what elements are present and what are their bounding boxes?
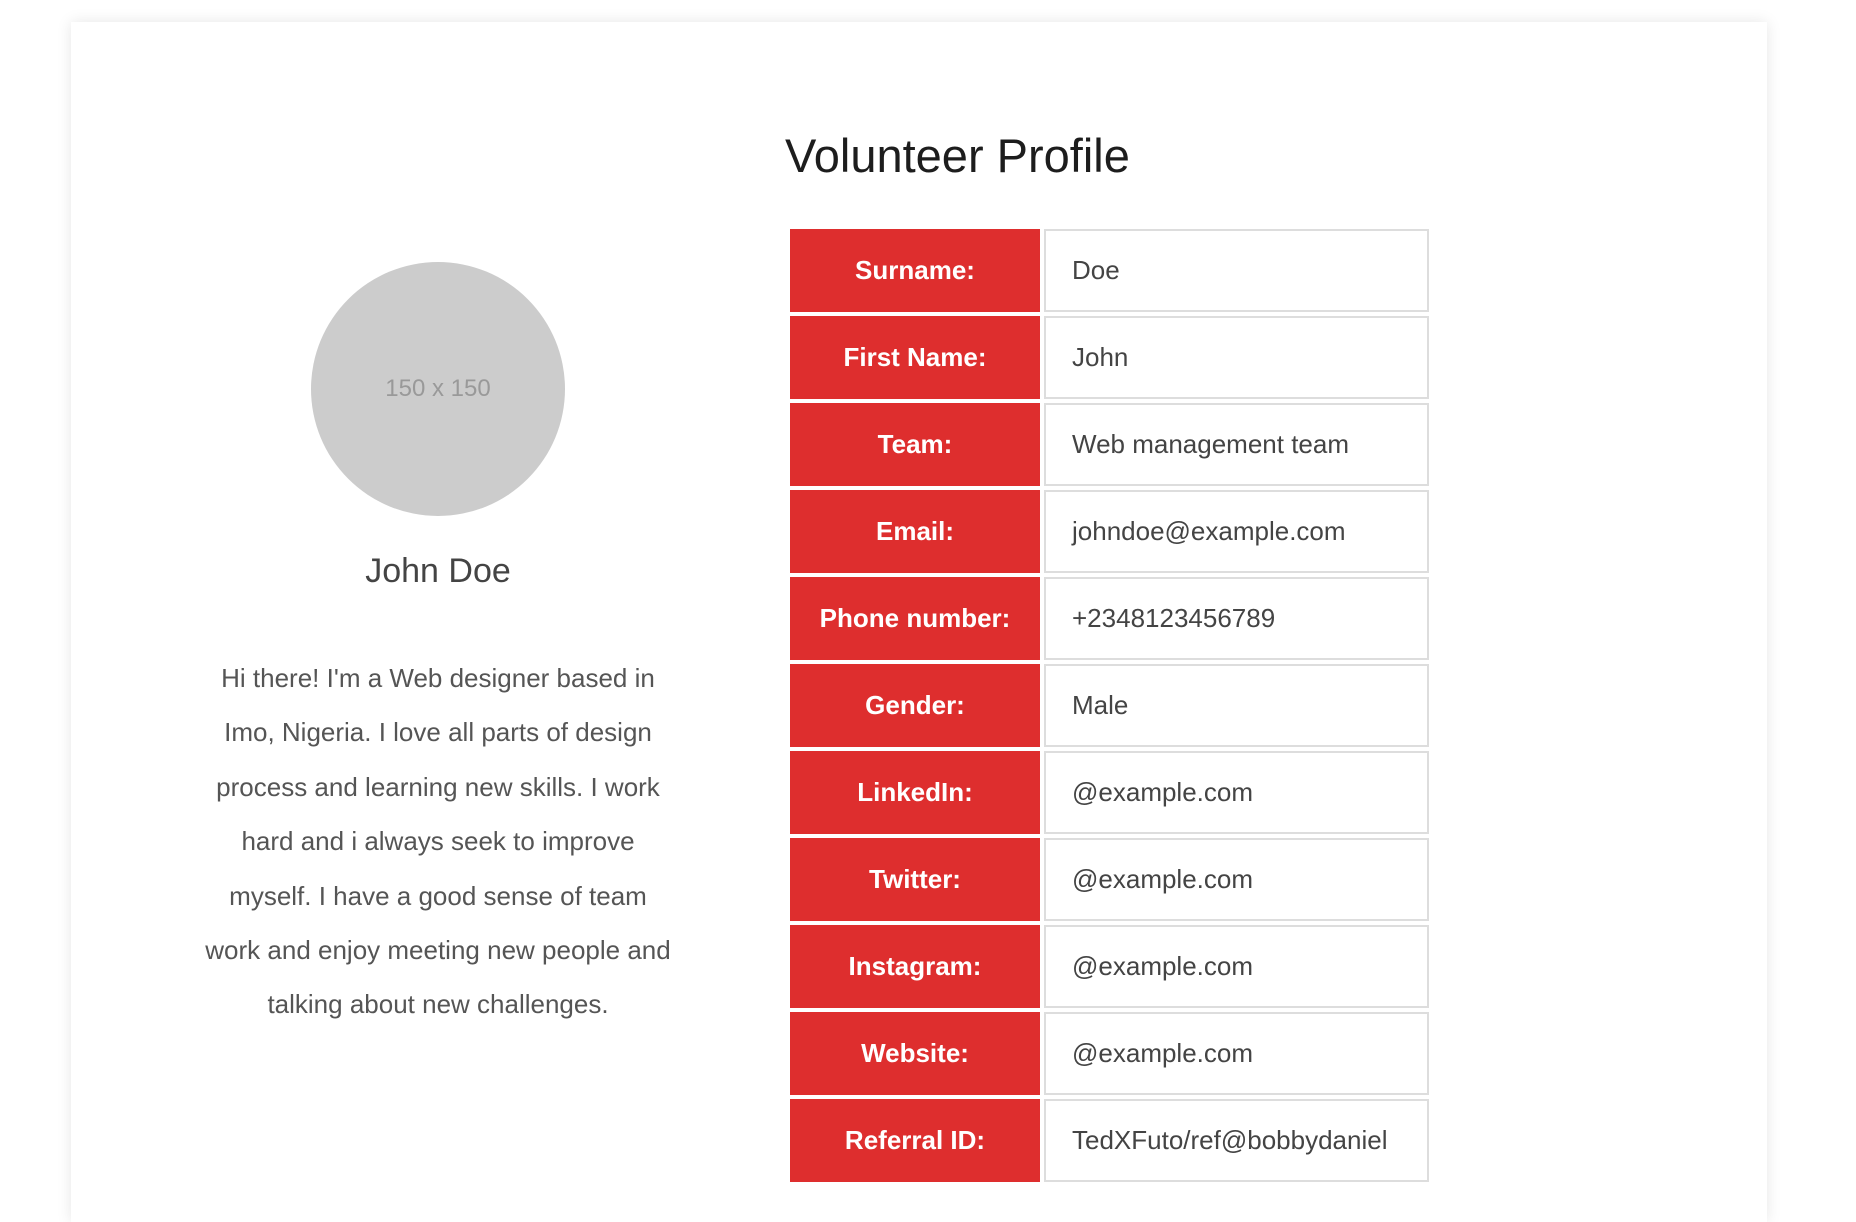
- row-value-phone: +2348123456789: [1044, 577, 1429, 660]
- row-value-linkedin: @example.com: [1044, 751, 1429, 834]
- table-row: Website: @example.com: [790, 1012, 1429, 1095]
- table-row: Phone number: +2348123456789: [790, 577, 1429, 660]
- avatar-placeholder-text: 150 x 150: [385, 375, 491, 402]
- table-row: LinkedIn: @example.com: [790, 751, 1429, 834]
- profile-details-table: Surname: Doe First Name: John Team: Web …: [786, 225, 1433, 1186]
- row-label-surname: Surname:: [790, 229, 1040, 312]
- table-row: Team: Web management team: [790, 403, 1429, 486]
- profile-sidebar: 150 x 150 John Doe Hi there! I'm a Web d…: [198, 262, 678, 1058]
- row-value-team: Web management team: [1044, 403, 1429, 486]
- row-value-referral-id: TedXFuto/ref@bobbydaniel: [1044, 1099, 1429, 1182]
- row-label-website: Website:: [790, 1012, 1040, 1095]
- row-label-phone: Phone number:: [790, 577, 1040, 660]
- row-label-twitter: Twitter:: [790, 838, 1040, 921]
- row-label-team: Team:: [790, 403, 1040, 486]
- table-row: Email: johndoe@example.com: [790, 490, 1429, 573]
- table-row: Twitter: @example.com: [790, 838, 1429, 921]
- table-row: Instagram: @example.com: [790, 925, 1429, 1008]
- profile-card: Volunteer Profile 150 x 150 John Doe Hi …: [71, 22, 1767, 1222]
- profile-bio: Hi there! I'm a Web designer based in Im…: [205, 663, 671, 1020]
- row-value-instagram: @example.com: [1044, 925, 1429, 1008]
- row-label-gender: Gender:: [790, 664, 1040, 747]
- row-value-website: @example.com: [1044, 1012, 1429, 1095]
- table-row: Surname: Doe: [790, 229, 1429, 312]
- row-label-linkedin: LinkedIn:: [790, 751, 1040, 834]
- table-row: Referral ID: TedXFuto/ref@bobbydaniel: [790, 1099, 1429, 1182]
- row-label-email: Email:: [790, 490, 1040, 573]
- row-label-first-name: First Name:: [790, 316, 1040, 399]
- page-title: Volunteer Profile: [785, 129, 1130, 182]
- row-value-gender: Male: [1044, 664, 1429, 747]
- row-label-referral-id: Referral ID:: [790, 1099, 1040, 1182]
- row-label-instagram: Instagram:: [790, 925, 1040, 1008]
- row-value-email: johndoe@example.com: [1044, 490, 1429, 573]
- table-row: First Name: John: [790, 316, 1429, 399]
- table-row: Gender: Male: [790, 664, 1429, 747]
- row-value-twitter: @example.com: [1044, 838, 1429, 921]
- avatar: 150 x 150: [311, 262, 565, 516]
- profile-name: John Doe: [365, 552, 511, 590]
- row-value-surname: Doe: [1044, 229, 1429, 312]
- row-value-first-name: John: [1044, 316, 1429, 399]
